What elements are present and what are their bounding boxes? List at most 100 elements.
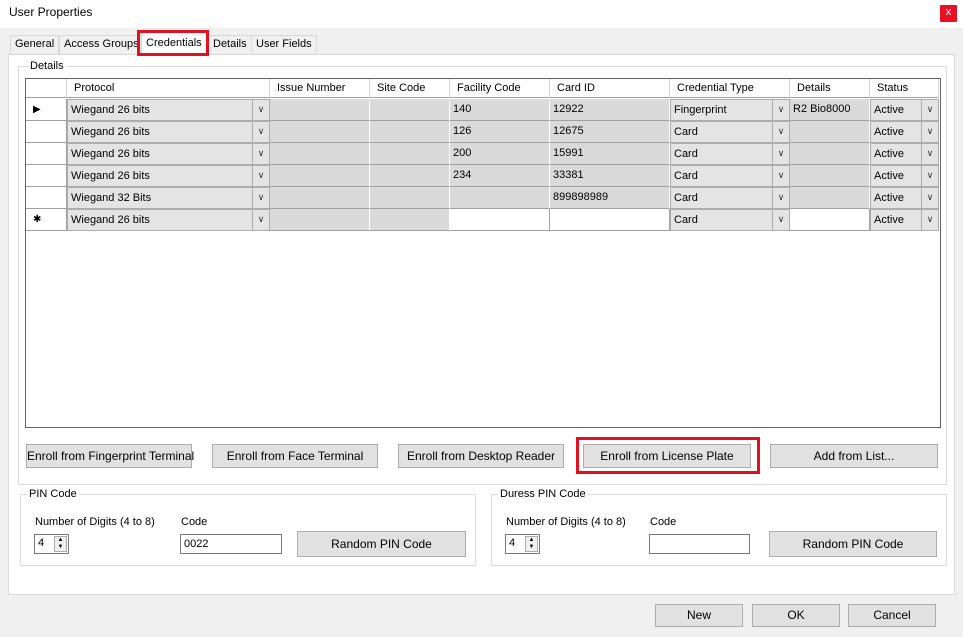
protocol-cell[interactable]: Wiegand 26 bits ∨ — [67, 143, 270, 165]
enroll-fingerprint-button[interactable]: Enroll from Fingerprint Terminal — [26, 444, 194, 468]
facility-code-cell[interactable] — [450, 209, 550, 231]
spin-down-icon[interactable]: ▼ — [526, 544, 537, 551]
chevron-down-icon[interactable]: ∨ — [772, 100, 789, 120]
duress-code-field[interactable] — [649, 534, 750, 554]
facility-code-cell[interactable]: 200 — [450, 143, 550, 165]
chevron-down-icon[interactable]: ∨ — [921, 100, 938, 120]
facility-code-cell[interactable]: 234 — [450, 165, 550, 187]
status-cell[interactable]: Active ∨ — [870, 165, 939, 187]
column-details[interactable]: Details — [790, 79, 870, 98]
chevron-down-icon[interactable]: ∨ — [252, 188, 269, 208]
issue-number-cell[interactable] — [270, 121, 370, 143]
site-code-cell[interactable] — [370, 187, 450, 209]
spin-up-icon[interactable]: ▲ — [526, 537, 537, 544]
card-id-cell[interactable]: 15991 — [550, 143, 670, 165]
site-code-cell[interactable] — [370, 121, 450, 143]
chevron-down-icon[interactable]: ∨ — [921, 188, 938, 208]
chevron-down-icon[interactable]: ∨ — [252, 100, 269, 120]
table-row[interactable]: Wiegand 26 bits ∨ 126 12675 Card ∨ Active ∨ — [26, 121, 939, 143]
protocol-cell[interactable]: Wiegand 26 bits ∨ — [67, 209, 270, 231]
table-row[interactable]: Wiegand 32 Bits ∨ 899898989 Card ∨ Active ∨ — [26, 187, 939, 209]
protocol-cell[interactable]: Wiegand 26 bits ∨ — [67, 99, 270, 121]
chevron-down-icon[interactable]: ∨ — [252, 122, 269, 142]
new-button[interactable]: New — [655, 604, 743, 627]
card-id-cell[interactable]: 33381 — [550, 165, 670, 187]
card-id-cell[interactable] — [550, 209, 670, 231]
details-cell[interactable] — [790, 187, 870, 209]
credential-type-cell[interactable]: Card ∨ — [670, 209, 790, 231]
column-card-id[interactable]: Card ID — [550, 79, 670, 98]
duress-random-button[interactable]: Random PIN Code — [769, 531, 937, 557]
card-id-cell[interactable]: 899898989 — [550, 187, 670, 209]
site-code-cell[interactable] — [370, 209, 450, 231]
pin-code-field[interactable]: 0022 — [180, 534, 282, 554]
credential-type-cell[interactable]: Card ∨ — [670, 143, 790, 165]
protocol-cell[interactable]: Wiegand 26 bits ∨ — [67, 121, 270, 143]
facility-code-cell[interactable]: 140 — [450, 99, 550, 121]
status-cell[interactable]: Active ∨ — [870, 187, 939, 209]
protocol-cell[interactable]: Wiegand 32 Bits ∨ — [67, 187, 270, 209]
column-site-code[interactable]: Site Code — [370, 79, 450, 98]
tab-details[interactable]: Details — [208, 35, 252, 54]
close-button[interactable]: x — [940, 5, 957, 22]
credential-type-cell[interactable]: Card ∨ — [670, 187, 790, 209]
spin-down-icon[interactable]: ▼ — [55, 544, 66, 551]
column-issue-number[interactable]: Issue Number — [270, 79, 370, 98]
duress-digits-stepper[interactable]: 4 ▲ ▼ — [505, 534, 540, 554]
enroll-desktop-reader-button[interactable]: Enroll from Desktop Reader — [398, 444, 564, 468]
column-facility-code[interactable]: Facility Code — [450, 79, 550, 98]
chevron-down-icon[interactable]: ∨ — [921, 210, 938, 230]
chevron-down-icon[interactable]: ∨ — [252, 210, 269, 230]
tab-user-fields[interactable]: User Fields — [251, 35, 317, 54]
issue-number-cell[interactable] — [270, 99, 370, 121]
issue-number-cell[interactable] — [270, 209, 370, 231]
add-from-list-button[interactable]: Add from List... — [770, 444, 938, 468]
chevron-down-icon[interactable]: ∨ — [772, 188, 789, 208]
ok-button[interactable]: OK — [752, 604, 840, 627]
table-row[interactable]: Wiegand 26 bits ∨ 234 33381 Card ∨ Active ∨ — [26, 165, 939, 187]
chevron-down-icon[interactable]: ∨ — [921, 144, 938, 164]
chevron-down-icon[interactable]: ∨ — [252, 144, 269, 164]
tab-general[interactable]: General — [10, 35, 60, 54]
site-code-cell[interactable] — [370, 99, 450, 121]
chevron-down-icon[interactable]: ∨ — [772, 210, 789, 230]
card-id-cell[interactable]: 12922 — [550, 99, 670, 121]
chevron-down-icon[interactable]: ∨ — [772, 122, 789, 142]
credential-type-cell[interactable]: Fingerprint ∨ — [670, 99, 790, 121]
chevron-down-icon[interactable]: ∨ — [772, 166, 789, 186]
column-protocol[interactable]: Protocol — [67, 79, 270, 98]
facility-code-cell[interactable]: 126 — [450, 121, 550, 143]
status-cell[interactable]: Active ∨ — [870, 121, 939, 143]
spin-up-icon[interactable]: ▲ — [55, 537, 66, 544]
details-cell[interactable] — [790, 143, 870, 165]
facility-code-cell[interactable] — [450, 187, 550, 209]
enroll-face-button[interactable]: Enroll from Face Terminal — [212, 444, 378, 468]
site-code-cell[interactable] — [370, 165, 450, 187]
status-cell[interactable]: Active ∨ — [870, 99, 939, 121]
column-credential-type[interactable]: Credential Type — [670, 79, 790, 98]
tab-access-groups[interactable]: Access Groups — [59, 35, 144, 54]
credential-type-cell[interactable]: Card ∨ — [670, 165, 790, 187]
chevron-down-icon[interactable]: ∨ — [921, 122, 938, 142]
site-code-cell[interactable] — [370, 143, 450, 165]
pin-random-button[interactable]: Random PIN Code — [297, 531, 466, 557]
issue-number-cell[interactable] — [270, 187, 370, 209]
status-cell[interactable]: Active ∨ — [870, 209, 939, 231]
table-row[interactable]: ▶ Wiegand 26 bits ∨ 140 12922 Fingerprint ∨ R2 … — [26, 99, 939, 121]
column-status[interactable]: Status — [870, 79, 939, 98]
pin-digits-stepper[interactable]: 4 ▲ ▼ — [34, 534, 69, 554]
table-row[interactable]: Wiegand 26 bits ∨ 200 15991 Card ∨ Active ∨ — [26, 143, 939, 165]
issue-number-cell[interactable] — [270, 165, 370, 187]
card-id-cell[interactable]: 12675 — [550, 121, 670, 143]
chevron-down-icon[interactable]: ∨ — [252, 166, 269, 186]
chevron-down-icon[interactable]: ∨ — [772, 144, 789, 164]
status-cell[interactable]: Active ∨ — [870, 143, 939, 165]
details-cell[interactable] — [790, 121, 870, 143]
details-cell[interactable] — [790, 165, 870, 187]
details-cell[interactable] — [790, 209, 870, 231]
details-cell[interactable]: R2 Bio8000 — [790, 99, 870, 121]
issue-number-cell[interactable] — [270, 143, 370, 165]
cancel-button[interactable]: Cancel — [848, 604, 936, 627]
table-row[interactable]: ✱ Wiegand 26 bits ∨ Card ∨ Active ∨ — [26, 209, 939, 231]
credential-type-cell[interactable]: Card ∨ — [670, 121, 790, 143]
